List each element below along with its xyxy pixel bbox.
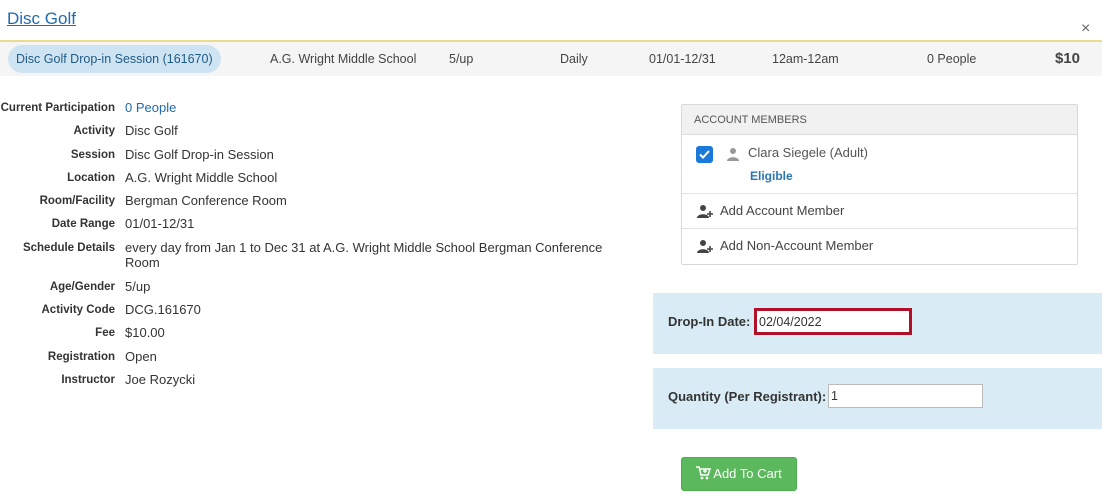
- detail-label: Activity: [73, 125, 115, 137]
- detail-value: Open: [125, 349, 157, 364]
- member-status-eligible: Eligible: [750, 169, 793, 183]
- detail-activity: Activity Disc Golf: [0, 123, 635, 139]
- detail-value: $10.00: [125, 325, 165, 340]
- detail-label: Session: [70, 149, 115, 161]
- account-members-panel: ACCOUNT MEMBERS Clara Siegele (Adult) El…: [681, 104, 1078, 265]
- summary-people: 0 People: [927, 52, 977, 66]
- detail-value: Joe Rozycki: [125, 372, 196, 387]
- summary-frequency: Daily: [560, 52, 588, 66]
- add-account-member-label: Add Account Member: [720, 203, 845, 218]
- detail-value: every day from Jan 1 to Dec 31 at A.G. W…: [125, 240, 603, 270]
- detail-schedule: Schedule Details every day from Jan 1 to…: [0, 240, 635, 270]
- detail-label: Current Participation: [0, 102, 115, 114]
- close-icon[interactable]: ×: [1081, 19, 1090, 39]
- member-row: Clara Siegele (Adult) Eligible: [682, 135, 1077, 194]
- session-pill[interactable]: Disc Golf Drop-in Session (161670): [8, 45, 221, 73]
- member-checkbox[interactable]: [696, 146, 713, 163]
- detail-label: Room/Facility: [39, 195, 115, 207]
- detail-value: Disc Golf Drop-in Session: [125, 147, 274, 162]
- detail-room: Room/Facility Bergman Conference Room: [0, 193, 635, 209]
- add-to-cart-label: Add To Cart: [713, 466, 782, 481]
- detail-label: Location: [67, 172, 115, 184]
- account-members-header: ACCOUNT MEMBERS: [682, 105, 1077, 135]
- detail-label: Date Range: [51, 218, 115, 230]
- detail-label: Fee: [95, 327, 115, 339]
- person-icon: [727, 148, 739, 161]
- session-summary-bar: Disc Golf Drop-in Session (161670) A.G. …: [0, 42, 1102, 76]
- detail-date-range: Date Range 01/01-12/31: [0, 216, 635, 232]
- add-person-icon: [697, 240, 713, 253]
- detail-value: Bergman Conference Room: [125, 193, 287, 208]
- detail-value: Disc Golf: [125, 123, 178, 138]
- add-non-account-member-label: Add Non-Account Member: [720, 238, 874, 253]
- quantity-label: Quantity (Per Registrant):: [668, 389, 827, 404]
- summary-date-range: 01/01-12/31: [649, 52, 716, 66]
- detail-value: 01/01-12/31: [125, 216, 195, 231]
- detail-fee: Fee $10.00: [0, 325, 635, 341]
- dropin-date-input[interactable]: [754, 308, 912, 335]
- page-title-link[interactable]: Disc Golf: [7, 9, 76, 29]
- detail-label: Age/Gender: [49, 281, 115, 293]
- summary-location: A.G. Wright Middle School: [270, 52, 417, 66]
- add-person-icon: [697, 205, 713, 218]
- detail-session: Session Disc Golf Drop-in Session: [0, 147, 635, 163]
- detail-value: DCG.161670: [125, 302, 201, 317]
- detail-current-participation: Current Participation 0 People: [0, 100, 635, 116]
- detail-activity-code: Activity Code DCG.161670: [0, 302, 635, 318]
- detail-label: Registration: [47, 351, 115, 363]
- add-to-cart-button[interactable]: Add To Cart: [681, 457, 797, 491]
- detail-value: A.G. Wright Middle School: [125, 170, 278, 185]
- detail-label: Schedule Details: [22, 242, 115, 254]
- detail-age-gender: Age/Gender 5/up: [0, 279, 635, 295]
- detail-registration: Registration Open: [0, 349, 635, 365]
- add-account-member-button[interactable]: Add Account Member: [682, 194, 1077, 229]
- participation-link[interactable]: 0 People: [125, 100, 635, 116]
- summary-age: 5/up: [449, 52, 474, 66]
- summary-time: 12am-12am: [772, 52, 839, 66]
- check-icon: [699, 150, 710, 159]
- member-name: Clara Siegele (Adult): [748, 145, 868, 160]
- cart-icon: [696, 466, 712, 480]
- detail-label: Instructor: [61, 374, 115, 386]
- add-non-account-member-button[interactable]: Add Non-Account Member: [682, 229, 1077, 264]
- quantity-input[interactable]: [828, 384, 983, 408]
- dropin-date-label: Drop-In Date:: [668, 314, 751, 329]
- detail-label: Activity Code: [41, 304, 116, 316]
- summary-fee: $10: [1054, 50, 1080, 67]
- detail-value: 5/up: [125, 279, 151, 294]
- detail-instructor: Instructor Joe Rozycki: [0, 372, 635, 388]
- detail-location: Location A.G. Wright Middle School: [0, 170, 635, 186]
